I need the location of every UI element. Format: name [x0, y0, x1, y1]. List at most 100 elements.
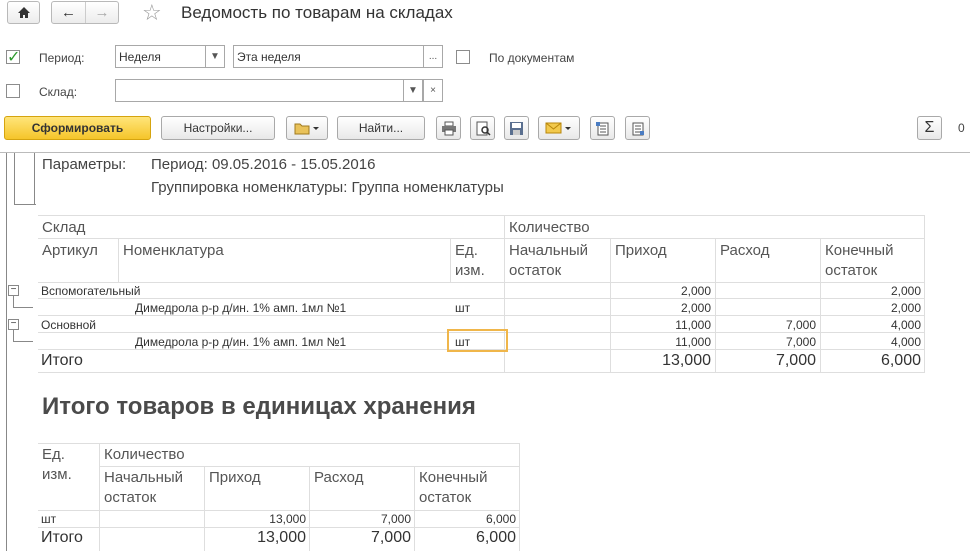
period-select-button[interactable]: ...: [423, 45, 443, 68]
grid-line: [38, 510, 520, 511]
summary-total-closing[interactable]: 6,000: [419, 529, 516, 547]
summary-opening-header: Начальный остаток: [104, 469, 184, 506]
group-closing[interactable]: 2,000: [825, 284, 921, 298]
expand-tree-icon: [596, 121, 609, 135]
warehouse-field[interactable]: [115, 79, 405, 102]
period-type-select[interactable]: Неделя: [115, 45, 207, 68]
collapse-group-icon[interactable]: −: [8, 285, 19, 296]
grid-line: [38, 215, 925, 216]
group-expense[interactable]: 7,000: [720, 318, 816, 332]
item-closing[interactable]: 2,000: [825, 301, 921, 315]
group-closing[interactable]: 4,000: [825, 318, 921, 332]
grid-line: [38, 443, 520, 444]
group-name[interactable]: Вспомогательный: [41, 284, 140, 298]
find-button[interactable]: Найти...: [337, 116, 425, 140]
collapse-group-icon[interactable]: −: [8, 319, 19, 330]
col-unit-header: Ед. изм.: [455, 242, 485, 279]
item-income[interactable]: 2,000: [615, 301, 711, 315]
item-expense[interactable]: 7,000: [720, 335, 816, 349]
back-arrow-icon[interactable]: ←: [52, 2, 85, 23]
grid-line: [715, 238, 716, 372]
folder-icon: [294, 123, 319, 135]
sum-button[interactable]: Σ: [917, 116, 942, 140]
sigma-icon: Σ: [924, 119, 935, 136]
item-unit[interactable]: шт: [455, 301, 470, 315]
tree-line: [14, 204, 36, 205]
col-income-header: Приход: [615, 242, 667, 259]
period-checkbox[interactable]: [6, 47, 20, 67]
collapse-groups-button[interactable]: [625, 116, 650, 140]
group-income[interactable]: 2,000: [615, 284, 711, 298]
col-item-header: Номенклатура: [123, 242, 224, 259]
summary-total-expense[interactable]: 7,000: [314, 529, 411, 547]
group-income[interactable]: 11,000: [615, 318, 711, 332]
summary-unit-header: Ед. изм.: [42, 446, 72, 483]
period-value-field[interactable]: Эта неделя: [233, 45, 425, 68]
item-closing[interactable]: 4,000: [825, 335, 921, 349]
variants-button[interactable]: [286, 116, 328, 140]
close-icon: ×: [430, 85, 436, 96]
total-expense[interactable]: 7,000: [720, 352, 816, 370]
total-label: Итого: [41, 352, 83, 369]
grid-line: [450, 238, 451, 282]
home-icon: [17, 7, 30, 18]
send-button[interactable]: [538, 116, 580, 140]
summary-expense-header: Расход: [314, 469, 364, 486]
preview-button[interactable]: [470, 116, 495, 140]
grid-line: [38, 282, 925, 283]
summary-income-header: Приход: [209, 469, 261, 486]
forward-arrow-icon[interactable]: →: [85, 2, 118, 23]
favorite-star-icon[interactable]: ☆: [142, 0, 162, 26]
total-closing[interactable]: 6,000: [825, 352, 921, 370]
grid-line: [924, 215, 925, 372]
total-income[interactable]: 13,000: [615, 352, 711, 370]
save-button[interactable]: [504, 116, 529, 140]
ellipsis-icon: ...: [428, 51, 438, 62]
item-income[interactable]: 11,000: [615, 335, 711, 349]
generate-button[interactable]: Сформировать: [4, 116, 151, 140]
summary-quantity-header: Количество: [104, 446, 185, 463]
collapse-tree-icon: [632, 122, 644, 135]
period-type-dropdown-button[interactable]: ▼: [205, 45, 225, 68]
by-documents-checkbox[interactable]: [456, 50, 470, 64]
col-warehouse-header: Склад: [42, 219, 86, 236]
tree-line: [13, 341, 33, 342]
grid-line: [38, 298, 925, 299]
settings-button[interactable]: Настройки...: [161, 116, 275, 140]
summary-closing-header: Конечный остаток: [419, 469, 488, 506]
tree-line: [14, 153, 15, 205]
warehouse-checkbox[interactable]: [6, 84, 20, 98]
warehouse-clear-button[interactable]: ×: [423, 79, 443, 102]
item-unit[interactable]: шт: [455, 335, 470, 349]
grid-line: [309, 466, 310, 551]
grid-line: [820, 238, 821, 372]
grid-line: [38, 238, 925, 239]
params-grouping: Группировка номенклатуры: Группа номенкл…: [151, 179, 504, 196]
summary-row-unit[interactable]: шт: [41, 512, 56, 526]
col-closing-header: Конечный остаток: [825, 242, 894, 279]
summary-row-income[interactable]: 13,000: [209, 512, 306, 526]
period-label: Период:: [39, 51, 85, 65]
summary-total-income[interactable]: 13,000: [209, 529, 306, 547]
grid-line: [414, 466, 415, 551]
item-name[interactable]: Димедрола р-р д/ин. 1% амп. 1мл №1: [135, 301, 346, 315]
summary-row-expense[interactable]: 7,000: [314, 512, 411, 526]
col-article-header: Артикул: [42, 242, 98, 259]
grid-line: [99, 443, 100, 551]
grid-line: [118, 238, 119, 282]
page-title: Ведомость по товарам на складах: [181, 3, 453, 22]
warehouse-dropdown-button[interactable]: ▼: [403, 79, 423, 102]
item-name[interactable]: Димедрола р-р д/ин. 1% амп. 1мл №1: [135, 335, 346, 349]
floppy-disk-icon: [510, 121, 523, 135]
grid-line: [38, 527, 520, 528]
summary-row-closing[interactable]: 6,000: [419, 512, 516, 526]
home-button[interactable]: [7, 1, 40, 24]
group-name[interactable]: Основной: [41, 318, 96, 332]
print-button[interactable]: [436, 116, 461, 140]
print-preview-icon: [476, 121, 491, 136]
chevron-down-icon: ▼: [210, 51, 220, 62]
expand-groups-button[interactable]: [590, 116, 615, 140]
tree-line: [13, 307, 33, 308]
warehouse-label: Склад:: [39, 85, 78, 99]
grid-line: [38, 372, 925, 373]
